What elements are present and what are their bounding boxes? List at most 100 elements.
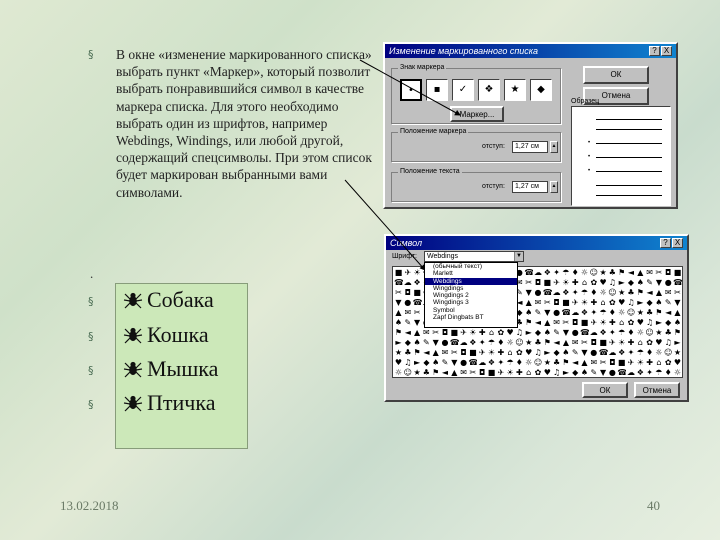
symbol-cell[interactable]: ✂ <box>413 308 422 317</box>
symbol-cell[interactable]: ♫ <box>515 328 524 337</box>
symbol-cell[interactable]: ✉ <box>664 288 673 297</box>
symbol-cell[interactable]: ♥ <box>543 368 552 377</box>
marker-option[interactable]: ▪ <box>426 79 448 101</box>
symbol-cell[interactable]: ▲ <box>654 288 663 297</box>
symbol-cell[interactable]: ❖ <box>561 288 570 297</box>
symbol-cell[interactable]: ◄ <box>627 268 636 277</box>
symbol-cell[interactable]: ♦ <box>571 268 580 277</box>
symbol-cell[interactable]: ☂ <box>580 288 589 297</box>
symbol-cell[interactable]: ⚑ <box>413 348 422 357</box>
symbol-cell[interactable]: ✿ <box>589 278 598 287</box>
symbol-cell[interactable]: ▲ <box>431 348 440 357</box>
symbol-cell[interactable]: ► <box>543 348 552 357</box>
symbol-cell[interactable]: ◘ <box>552 298 561 307</box>
symbol-cell[interactable]: ■ <box>394 268 403 277</box>
symbol-cell[interactable]: ✚ <box>478 328 487 337</box>
symbol-cell[interactable]: ♦ <box>589 288 598 297</box>
symbol-cell[interactable]: ☺ <box>534 358 543 367</box>
symbol-cell[interactable]: ☂ <box>654 368 663 377</box>
symbol-cell[interactable]: ☼ <box>636 328 645 337</box>
symbol-cell[interactable]: ✈ <box>459 328 468 337</box>
symbol-cell[interactable]: ♦ <box>664 368 673 377</box>
symbol-cell[interactable]: ✿ <box>627 318 636 327</box>
close-button[interactable]: X <box>672 238 683 248</box>
symbol-cell[interactable]: ▲ <box>673 308 682 317</box>
symbol-cell[interactable]: ✎ <box>422 338 431 347</box>
symbol-cell[interactable]: ✂ <box>468 368 477 377</box>
symbol-cell[interactable]: ☀ <box>468 328 477 337</box>
symbol-cell[interactable]: ❖ <box>413 278 422 287</box>
symbol-cell[interactable]: ☼ <box>617 308 626 317</box>
symbol-cell[interactable]: ✈ <box>478 348 487 357</box>
symbol-cell[interactable]: ☀ <box>487 348 496 357</box>
symbol-cell[interactable]: ◘ <box>478 368 487 377</box>
symbol-cell[interactable]: ★ <box>673 348 682 357</box>
symbol-cell[interactable]: ☎ <box>561 308 570 317</box>
symbol-cell[interactable]: ♥ <box>673 358 682 367</box>
symbol-cell[interactable]: ✎ <box>403 318 412 327</box>
help-button[interactable]: ? <box>649 46 660 56</box>
symbol-cell[interactable]: ★ <box>543 358 552 367</box>
symbol-cell[interactable]: ▼ <box>543 308 552 317</box>
symbol-cell[interactable]: ✎ <box>664 298 673 307</box>
symbol-cell[interactable]: ● <box>459 358 468 367</box>
symbol-cell[interactable]: ☺ <box>627 308 636 317</box>
symbol-cell[interactable]: ■ <box>468 348 477 357</box>
symbol-cell[interactable]: ✚ <box>589 298 598 307</box>
symbol-cell[interactable]: ◘ <box>403 288 412 297</box>
symbol-cell[interactable]: ✉ <box>459 368 468 377</box>
symbol-cell[interactable]: ✦ <box>645 368 654 377</box>
chevron-down-icon[interactable]: ▼ <box>514 252 523 261</box>
font-option[interactable]: Marlett <box>425 270 517 277</box>
symbol-cell[interactable]: ✂ <box>524 278 533 287</box>
symbol-cell[interactable]: ◄ <box>422 348 431 357</box>
symbol-cell[interactable]: ✚ <box>608 318 617 327</box>
symbol-cell[interactable]: ☎ <box>617 368 626 377</box>
symbol-cell[interactable]: ► <box>413 358 422 367</box>
marker-option[interactable]: ◆ <box>530 79 552 101</box>
symbol-cell[interactable]: ✉ <box>645 268 654 277</box>
symbol-cell[interactable]: ★ <box>599 268 608 277</box>
symbol-cell[interactable]: ♫ <box>664 338 673 347</box>
symbol-cell[interactable]: ◆ <box>552 348 561 357</box>
symbol-cell[interactable]: ❖ <box>599 328 608 337</box>
symbol-cell[interactable]: ⌂ <box>617 318 626 327</box>
symbol-cell[interactable]: ✿ <box>608 298 617 307</box>
symbol-cell[interactable]: ◆ <box>645 298 654 307</box>
font-option[interactable]: Symbol <box>425 307 517 314</box>
symbol-cell[interactable]: ♫ <box>645 318 654 327</box>
spin-arrows-icon[interactable]: ▲ <box>550 181 558 193</box>
symbol-cell[interactable]: ■ <box>599 338 608 347</box>
symbol-cell[interactable]: ⌂ <box>636 338 645 347</box>
font-option-selected[interactable]: Webdings <box>425 277 517 285</box>
symbol-cell[interactable]: ► <box>617 278 626 287</box>
font-option[interactable]: Wingdings 2 <box>425 292 517 299</box>
symbol-cell[interactable]: ☼ <box>394 368 403 377</box>
symbol-cell[interactable]: ▼ <box>394 298 403 307</box>
symbol-cell[interactable]: ♣ <box>534 338 543 347</box>
symbol-cell[interactable]: ◆ <box>534 328 543 337</box>
symbol-cell[interactable]: ☎ <box>394 278 403 287</box>
ok-button[interactable]: ОК <box>582 382 628 398</box>
font-option[interactable]: (обычный текст) <box>425 263 517 270</box>
font-select[interactable]: Webdings ▼ <box>424 251 524 262</box>
symbol-cell[interactable]: ☂ <box>617 328 626 337</box>
symbol-cell[interactable]: ▲ <box>450 368 459 377</box>
symbol-cell[interactable]: ► <box>561 368 570 377</box>
symbol-cell[interactable]: ◘ <box>608 358 617 367</box>
font-option[interactable]: Wingdings 3 <box>425 299 517 306</box>
symbol-cell[interactable]: ▲ <box>543 318 552 327</box>
symbol-cell[interactable]: ♦ <box>496 338 505 347</box>
symbol-cell[interactable]: ✉ <box>441 348 450 357</box>
symbol-cell[interactable]: ⚑ <box>543 338 552 347</box>
symbol-cell[interactable]: ♫ <box>534 348 543 357</box>
symbol-cell[interactable]: ☼ <box>599 288 608 297</box>
symbol-cell[interactable]: ✦ <box>571 288 580 297</box>
symbol-cell[interactable]: ✈ <box>496 368 505 377</box>
close-button[interactable]: X <box>661 46 672 56</box>
symbol-cell[interactable]: ☂ <box>561 268 570 277</box>
symbol-cell[interactable]: ✎ <box>552 328 561 337</box>
symbol-cell[interactable]: ✎ <box>571 348 580 357</box>
symbol-cell[interactable]: ■ <box>580 318 589 327</box>
marker-option[interactable]: • <box>400 79 422 101</box>
